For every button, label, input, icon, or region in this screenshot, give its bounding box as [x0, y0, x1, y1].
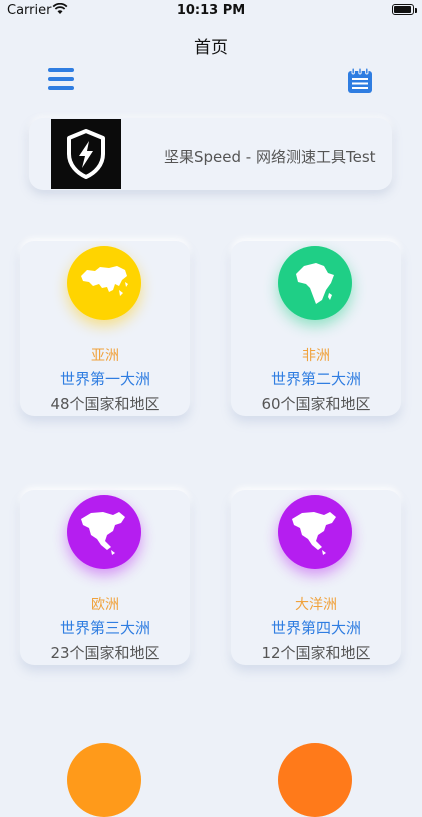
notepad-icon[interactable]	[347, 68, 373, 94]
continent-card-oceania[interactable]: 大洋洲 世界第四大洲 12个国家和地区	[231, 490, 401, 665]
africa-globe	[278, 246, 352, 320]
continent-name: 大洋洲	[295, 597, 337, 613]
continent-count: 12个国家和地区	[261, 644, 371, 662]
north-america-map-icon	[81, 512, 125, 555]
continent-rank: 世界第三大洲	[59, 619, 150, 637]
continent-rank: 世界第四大洲	[270, 619, 361, 637]
continent-count: 48个国家和地区	[50, 395, 160, 413]
continent-rank: 世界第二大洲	[270, 370, 361, 388]
asia-globe	[67, 246, 141, 320]
status-bar: Carrier 10:13 PM	[0, 0, 422, 22]
battery-cap	[415, 8, 417, 13]
continent-card-asia[interactable]: 亚洲 世界第一大洲 48个国家和地区	[20, 241, 190, 416]
continent-count: 23个国家和地区	[50, 644, 160, 662]
europe-globe	[67, 495, 141, 569]
app-banner[interactable]: 坚果Speed - 网络测速工具Test	[29, 118, 392, 190]
asia-map-icon	[81, 266, 128, 296]
oceania-globe	[278, 495, 352, 569]
continent-name: 欧洲	[91, 597, 119, 613]
continent-name: 非洲	[302, 348, 330, 364]
africa-map-icon	[296, 263, 334, 304]
continent-card-europe[interactable]: 欧洲 世界第三大洲 23个国家和地区	[20, 490, 190, 665]
banner-title: 坚果Speed - 网络测速工具Test	[164, 148, 376, 166]
continent-card-peek-right[interactable]	[278, 743, 352, 817]
clock: 10:13 PM	[176, 3, 246, 18]
battery-icon	[392, 4, 414, 15]
continent-count: 60个国家和地区	[261, 395, 371, 413]
page-title: 首页	[194, 38, 228, 58]
app-logo	[51, 119, 121, 189]
shield-lightning-icon	[67, 129, 105, 179]
continent-card-africa[interactable]: 非洲 世界第二大洲 60个国家和地区	[231, 241, 401, 416]
continent-card-peek-left[interactable]	[67, 743, 141, 817]
continent-rank: 世界第一大洲	[59, 370, 150, 388]
continent-name: 亚洲	[91, 348, 119, 364]
menu-icon[interactable]	[48, 68, 74, 94]
north-america-map-icon	[292, 512, 336, 555]
